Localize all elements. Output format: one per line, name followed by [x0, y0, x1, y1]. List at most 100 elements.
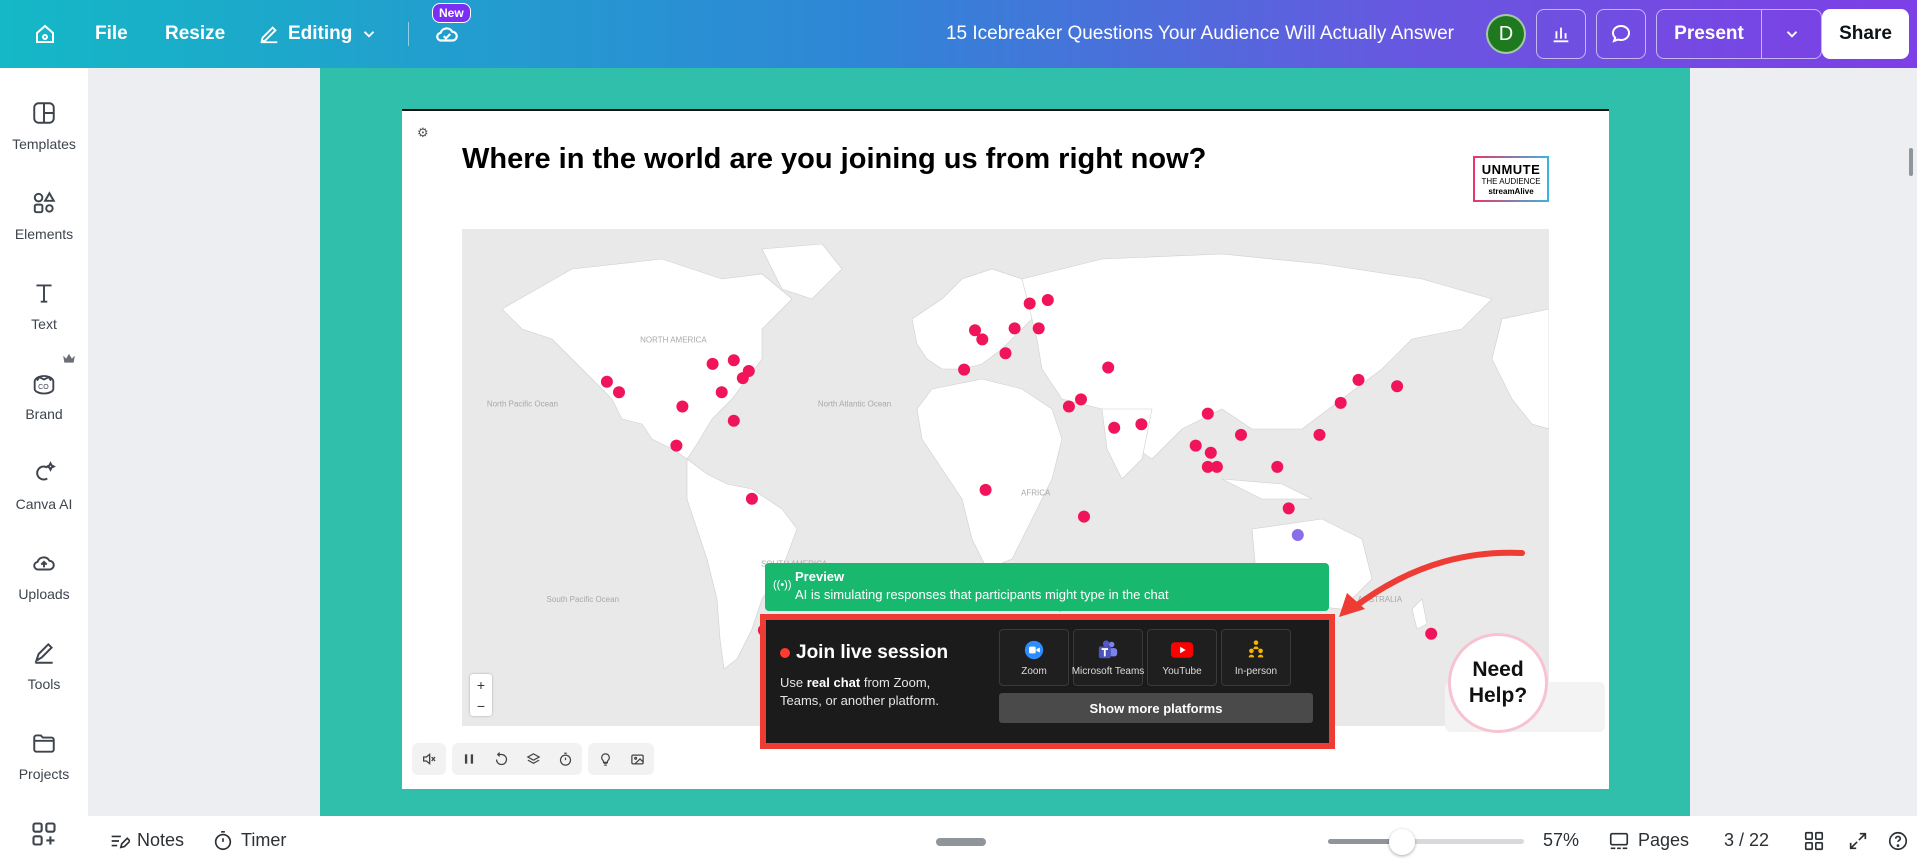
- present-button[interactable]: Present: [1657, 10, 1762, 58]
- grid-view-button[interactable]: [1803, 816, 1825, 865]
- share-button[interactable]: Share: [1822, 9, 1909, 59]
- image-icon: [630, 754, 644, 764]
- apps-icon[interactable]: [30, 820, 58, 848]
- map-marker: [1201, 460, 1214, 473]
- broadcast-icon: ((•)): [773, 579, 792, 591]
- image-button[interactable]: [626, 748, 648, 770]
- sidebar-item-label: Text: [31, 316, 57, 332]
- sidebar-item-label: Templates: [12, 136, 76, 152]
- sidebar-item-text[interactable]: Text: [0, 266, 88, 346]
- logo: UNMUTE THE AUDIENCE streamAlive: [1473, 156, 1549, 202]
- map-marker: [1075, 393, 1087, 406]
- pages-button[interactable]: Pages: [1607, 816, 1689, 865]
- pause-button[interactable]: [458, 748, 480, 770]
- panel-drag-handle[interactable]: [936, 838, 986, 846]
- notes-icon: [111, 835, 130, 849]
- text-icon: [36, 284, 52, 303]
- map-marker: [976, 333, 989, 346]
- map-marker: [676, 400, 689, 413]
- home-button[interactable]: [28, 0, 62, 68]
- map-marker: [727, 354, 740, 367]
- join-title-text: Join live session: [796, 642, 949, 663]
- sidebar-item-elements[interactable]: Elements: [0, 176, 88, 256]
- map-marker: [1041, 294, 1054, 306]
- platform-label: Zoom: [1021, 665, 1047, 677]
- extra-controls: [588, 743, 654, 775]
- bar-chart-icon: [1553, 27, 1569, 43]
- timer-icon: [214, 830, 232, 850]
- expand-icon: [1849, 832, 1867, 849]
- zoom-slider[interactable]: [1328, 839, 1524, 844]
- present-control: Present: [1656, 9, 1822, 59]
- map-marker: [1008, 322, 1021, 335]
- sidebar-item-templates[interactable]: Templates: [0, 86, 88, 166]
- need-help-button[interactable]: Need Help?: [1448, 633, 1548, 733]
- editing-mode-dropdown[interactable]: Editing: [258, 0, 378, 68]
- reset-icon: [495, 751, 507, 765]
- vertical-scrollbar[interactable]: [1909, 148, 1913, 176]
- sidebar-item-uploads[interactable]: Uploads: [0, 536, 88, 616]
- present-options-button[interactable]: [1762, 25, 1821, 43]
- reset-button[interactable]: [490, 748, 512, 770]
- pages-icon: [1609, 832, 1629, 849]
- timer-button[interactable]: [554, 748, 576, 770]
- idea-button[interactable]: [594, 748, 616, 770]
- cloud-check-icon: [436, 27, 458, 42]
- teams-icon: [1098, 639, 1118, 658]
- pages-label: Pages: [1638, 830, 1690, 850]
- map-marker: [600, 375, 613, 388]
- toolbar-divider: [408, 22, 409, 46]
- map-label: NORTH AMERICA: [640, 336, 707, 345]
- insights-button[interactable]: [1536, 9, 1586, 59]
- preview-banner: ((•)) Preview AI is simulating responses…: [765, 563, 1329, 611]
- map-marker: [613, 386, 625, 399]
- mute-button[interactable]: [418, 748, 440, 770]
- slide-title[interactable]: Where in the world are you joining us fr…: [462, 143, 1206, 176]
- platform-in-person[interactable]: In-person: [1221, 629, 1291, 686]
- map-label: North Pacific Ocean: [487, 400, 558, 409]
- zoom-in-icon[interactable]: +: [477, 677, 485, 693]
- settings-icon[interactable]: ⚙: [417, 125, 429, 141]
- platform-zoom[interactable]: Zoom: [999, 629, 1069, 686]
- join-desc-bold: real chat: [806, 675, 861, 690]
- file-menu[interactable]: File: [95, 0, 128, 68]
- brand-icon: CO: [33, 375, 55, 395]
- muted-speaker-icon: [423, 752, 436, 766]
- zoom-out-icon[interactable]: −: [477, 698, 485, 714]
- document-title[interactable]: 15 Icebreaker Questions Your Audience Wi…: [946, 0, 1454, 68]
- audio-control: [412, 743, 446, 775]
- top-bar: File Resize Editing New 15 Icebreaker Qu…: [0, 0, 1917, 68]
- map-zoom-control[interactable]: + −: [470, 674, 492, 716]
- playback-controls: [452, 743, 582, 775]
- sidebar-item-tools[interactable]: Tools: [0, 626, 88, 706]
- resize-menu[interactable]: Resize: [165, 0, 225, 68]
- platform-youtube[interactable]: YouTube: [1147, 629, 1217, 686]
- notes-label: Notes: [137, 830, 185, 850]
- zoom-slider-thumb[interactable]: [1389, 829, 1416, 855]
- join-desc-pre: Use: [780, 675, 807, 690]
- show-more-platforms-button[interactable]: Show more platforms: [999, 693, 1313, 723]
- sidebar-item-canva-ai[interactable]: Canva AI: [0, 446, 88, 526]
- platform-microsoft-teams[interactable]: Microsoft Teams: [1072, 629, 1144, 686]
- help-button[interactable]: [1887, 816, 1909, 865]
- question-icon: [1888, 831, 1908, 850]
- platform-label: In-person: [1234, 665, 1278, 677]
- layers-button[interactable]: [522, 748, 544, 770]
- timer-button[interactable]: Timer: [212, 816, 286, 865]
- comments-button[interactable]: [1596, 9, 1646, 59]
- editing-label: Editing: [288, 23, 353, 44]
- fullscreen-button[interactable]: [1847, 816, 1869, 865]
- help-line-2: Help?: [1468, 684, 1528, 707]
- map-marker: [1352, 373, 1365, 386]
- avatar[interactable]: D: [1486, 14, 1526, 54]
- notes-button[interactable]: Notes: [108, 816, 184, 865]
- map-marker: [1391, 380, 1404, 393]
- zoom-icon: [1024, 640, 1044, 659]
- sidebar-item-projects[interactable]: Projects: [0, 716, 88, 796]
- slide[interactable]: ⚙ Where in the world are you joining us …: [402, 109, 1609, 789]
- map-marker: [1189, 439, 1202, 452]
- map-label: North Atlantic Ocean: [818, 400, 891, 409]
- sidebar-item-brand[interactable]: CO Brand: [0, 356, 88, 436]
- zoom-value[interactable]: 57%: [1543, 816, 1579, 865]
- page-count[interactable]: 3 / 22: [1724, 816, 1769, 865]
